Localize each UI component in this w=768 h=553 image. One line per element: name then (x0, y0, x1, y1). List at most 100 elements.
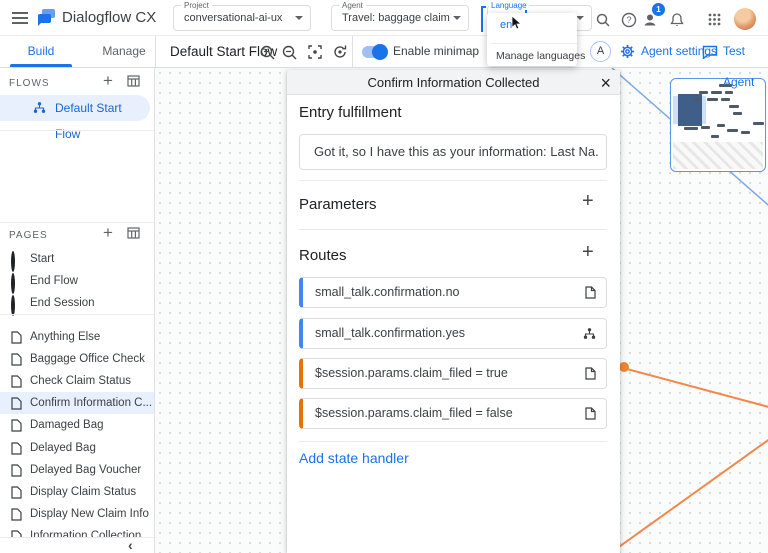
page-label: Start (30, 253, 55, 265)
sidebar-item-end-session[interactable]: End Session (0, 292, 154, 316)
divider (0, 314, 154, 315)
sidebar-item-page[interactable]: Display New Claim Info (0, 503, 154, 525)
svg-text:?: ? (626, 15, 631, 25)
page-label: Display New Claim Info (30, 508, 149, 520)
page-label: Delayed Bag Voucher (30, 464, 142, 476)
center-focus-icon[interactable] (307, 44, 323, 65)
add-state-handler-link[interactable]: Add state handler (299, 450, 409, 466)
chevron-down-icon (295, 16, 303, 24)
apps-grid-icon[interactable] (708, 13, 721, 31)
reset-zoom-icon[interactable] (332, 44, 348, 65)
help-icon[interactable]: ? (621, 12, 637, 33)
sidebar-item-start[interactable]: Start (0, 248, 154, 272)
notification-count-badge: 1 (652, 3, 665, 16)
divider (491, 43, 577, 44)
app-header: Dialogflow CX Project conversational-ai-… (0, 0, 768, 36)
page-label: Check Claim Status (30, 375, 131, 387)
flow-icon (33, 101, 46, 119)
tab-manage[interactable]: Manage (92, 36, 156, 67)
page-label: End Session (30, 297, 95, 309)
route-card[interactable]: $session.params.claim_filed = false (299, 398, 607, 429)
zoom-in-icon[interactable] (259, 44, 276, 66)
entry-fulfillment-field[interactable]: Got it, so I have this as your informati… (299, 134, 607, 170)
divider (155, 36, 156, 67)
sidebar-item-page[interactable]: Delayed Bag Voucher (0, 459, 154, 481)
sidebar: FLOWS + Default Start Flow PAGES + Start… (0, 68, 155, 553)
version-badge[interactable]: A (590, 41, 611, 62)
chevron-down-icon (576, 16, 584, 24)
tab-build[interactable]: Build (10, 36, 72, 67)
page-label: End Flow (30, 275, 78, 287)
sidebar-item-page-selected[interactable]: Confirm Information C... (0, 392, 154, 414)
manage-languages-item[interactable]: Manage languages (496, 50, 585, 62)
minimap-node (699, 91, 708, 94)
page-circle-icon (11, 273, 15, 294)
sidebar-item-end-flow[interactable]: End Flow (0, 270, 154, 294)
add-flow-button[interactable]: + (103, 72, 113, 89)
page-icon (11, 397, 22, 415)
page-label: Display Claim Status (30, 486, 137, 498)
gear-icon (620, 44, 635, 64)
mouse-cursor-icon (511, 15, 523, 36)
route-card[interactable]: small_talk.confirmation.no (299, 277, 607, 308)
test-agent-button[interactable]: Test Agent (723, 36, 768, 98)
avatar[interactable] (734, 8, 756, 30)
route-label: small_talk.confirmation.yes (315, 326, 466, 340)
entry-fulfillment-heading: Entry fulfillment (299, 104, 402, 121)
pages-list-view-icon[interactable] (127, 226, 140, 244)
route-label: small_talk.confirmation.no (315, 285, 460, 299)
sidebar-item-page[interactable]: Display Claim Status (0, 481, 154, 503)
panel-title: Confirm Information Collected (367, 75, 540, 90)
minimap-node (711, 135, 719, 138)
add-parameter-button[interactable]: + (582, 191, 594, 211)
minimap-node (701, 126, 710, 129)
page-icon (585, 367, 596, 385)
flows-list-view-icon[interactable] (127, 74, 140, 92)
minimap-node (753, 122, 764, 125)
divider (352, 36, 353, 67)
menu-icon[interactable] (12, 12, 28, 24)
divider (299, 229, 607, 230)
entry-fulfillment-text: Got it, so I have this as your informati… (314, 144, 598, 159)
page-icon (11, 486, 22, 504)
enable-minimap-toggle[interactable] (362, 44, 388, 60)
language-select-label: Language (489, 1, 529, 10)
page-circle-icon (11, 251, 15, 272)
minimap-node (733, 112, 742, 115)
sidebar-item-page[interactable]: Delayed Bag (0, 437, 154, 459)
minimap-node (727, 129, 738, 132)
bell-icon[interactable] (669, 12, 685, 33)
minimap-node (741, 131, 750, 134)
add-page-button[interactable]: + (103, 224, 113, 241)
page-icon (11, 375, 22, 393)
page-circle-icon (11, 295, 15, 316)
sidebar-item-page[interactable]: Damaged Bag (0, 414, 154, 436)
flow-icon (583, 327, 596, 345)
flows-section-title: FLOWS (9, 78, 50, 89)
page-label: Baggage Office Check (30, 353, 145, 365)
page-icon (11, 508, 22, 526)
flow-item-label: Default Start Flow (55, 101, 122, 141)
route-card[interactable]: $session.params.claim_filed = true (299, 358, 607, 389)
page-label: Damaged Bag (30, 419, 104, 431)
route-label: $session.params.claim_filed = true (315, 366, 508, 380)
collapse-sidebar-icon[interactable]: ‹ (128, 537, 133, 553)
close-icon[interactable]: × (600, 71, 611, 95)
sidebar-item-default-start-flow[interactable]: Default Start Flow (0, 95, 150, 141)
app-title: Dialogflow CX (62, 9, 157, 26)
sidebar-item-page[interactable]: Check Claim Status (0, 370, 154, 392)
agent-select[interactable]: Agent Travel: baggage claim (331, 1, 469, 31)
minimap-hatch-region (673, 142, 763, 169)
routes-heading: Routes (299, 247, 347, 264)
add-route-button[interactable]: + (582, 242, 594, 262)
page-label: Confirm Information C... (30, 397, 153, 409)
project-select[interactable]: Project conversational-ai-ux (173, 1, 311, 31)
zoom-out-icon[interactable] (281, 44, 298, 66)
chat-icon (702, 45, 718, 64)
toolbar: Build Manage Default Start Flow Enable m… (0, 36, 768, 89)
pages-section-title: PAGES (9, 230, 48, 241)
sidebar-item-page[interactable]: Baggage Office Check (0, 348, 154, 370)
search-icon[interactable] (595, 12, 611, 33)
sidebar-item-page[interactable]: Anything Else (0, 326, 154, 348)
route-card[interactable]: small_talk.confirmation.yes (299, 318, 607, 349)
